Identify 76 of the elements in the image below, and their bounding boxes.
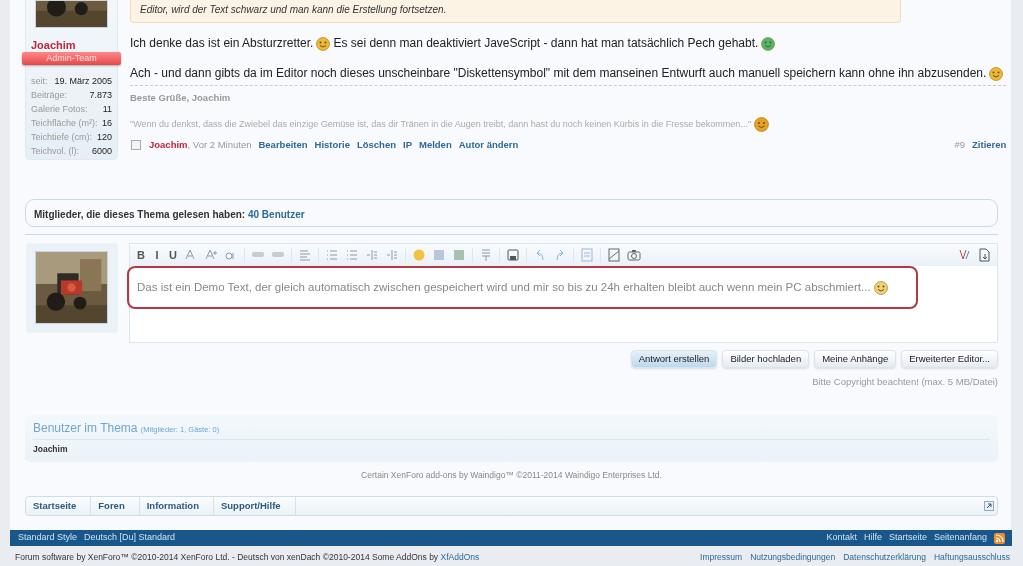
signature-greeting: Beste Grüße, Joachim [130, 91, 232, 105]
stat-label: Teichfläche (m²): [31, 117, 98, 130]
text-field[interactable]: Das ist ein Demo Text, der gleich automatisch zwischen gespeichert wird und mir so bis zu 24h erhalten bleibt auch wenn mein PC abschmiert... [127, 266, 918, 309]
panel-title: Benutzer im Thema [33, 421, 139, 436]
signature-quote: "Wenn du denkst, dass die Zwiebel das einzige Gemüse ist, das dir Tränen in die Augen treibt, dann hast du noch keinen Kürbis in die Fresse bekommen..." [130, 118, 752, 131]
media-icon [452, 247, 466, 263]
role-ribbon: Admin-Team [22, 52, 121, 65]
stat-label: Galerie Fotos: [31, 103, 88, 116]
action-button[interactable]: Meine Anhänge [814, 350, 897, 368]
select-checkbox[interactable] [131, 140, 141, 151]
stat-value: 7.873 [89, 89, 112, 102]
align-icon [298, 247, 312, 263]
outdent-icon [365, 247, 379, 263]
save-icon [506, 247, 520, 263]
stat-label: Teichvol. (l): [31, 145, 79, 158]
readers-link[interactable]: 40 Benutzer [247, 209, 305, 220]
stat-value: 11 [102, 103, 112, 116]
jump-icon[interactable] [984, 501, 994, 511]
post-number: #9 [954, 138, 966, 153]
post-text: Ich denke das ist ein Absturzretter. [130, 36, 314, 51]
author-link[interactable]: Joachim [149, 138, 188, 153]
quote-link[interactable]: Zitieren [972, 138, 1007, 153]
action-link[interactable]: Löschen [356, 138, 396, 153]
format-letter[interactable]: B [136, 246, 146, 264]
copyright-link[interactable]: XfAddOns [440, 552, 480, 562]
footer-link[interactable]: Hilfe [863, 531, 882, 545]
action-link[interactable]: Melden [419, 138, 452, 153]
footer-link[interactable]: Kontakt [826, 531, 857, 545]
legal-link[interactable]: Impressum [700, 551, 743, 564]
numbered-list-icon [345, 247, 359, 263]
footer-link[interactable]: Standard Style [18, 531, 78, 545]
format-letter[interactable]: I [152, 246, 162, 264]
stat-value: 19. März 2005 [54, 75, 112, 88]
action-link[interactable]: Autor ändern [458, 138, 519, 153]
upload-note: Bitte Copyright beachten! (max. 5 MB/Datei) [811, 375, 998, 389]
legal-link[interactable]: Nutzungsbedingungen [750, 551, 836, 564]
legal-link[interactable]: Haftungsausschluss [933, 551, 1010, 564]
footer-link[interactable]: Deutsch [Du] Standard [84, 531, 176, 545]
legal-link[interactable]: Datenschutzerklärung [843, 551, 926, 564]
picture-frame-icon [607, 247, 621, 263]
footer-link[interactable]: Startseite [888, 531, 927, 545]
action-button[interactable]: Bilder hochladen [722, 350, 810, 368]
stat-label: Beiträge: [31, 89, 68, 102]
camera-icon [627, 247, 641, 263]
stat-value: 6000 [91, 145, 112, 158]
post-text: Es sei denn man deaktiviert JaveScript - dann hat man tatsächlich Pech gehabt. [333, 36, 759, 51]
breadcrumb-link[interactable]: Information [139, 497, 214, 515]
image-icon [432, 247, 446, 263]
breadcrumb-link[interactable]: Startseite [26, 497, 92, 515]
credit-text: Certain XenForo add-ons by Waindigo™ ©2011-2014 Waindigo Enterprises Ltd. [360, 469, 663, 482]
action-link[interactable]: Bearbeiten [258, 138, 308, 153]
document-download-icon [977, 247, 991, 263]
rss-icon[interactable] [994, 532, 1005, 544]
document-icon [580, 247, 594, 263]
action-button[interactable]: Erweiterter Editor... [901, 350, 998, 368]
indent-icon [385, 247, 399, 263]
user-name[interactable]: Joachim [33, 444, 68, 455]
footer-link[interactable]: Seitenanfang [933, 531, 987, 545]
post-text: Ach - und dann gibts da im Editor noch dieses unscheinbare "Diskettensymbol" mit dem manseinen Entwurft auch manuell speichern kann ohne ihn abzusenden. [130, 66, 987, 81]
action-link[interactable]: IP [403, 138, 412, 153]
user-name[interactable]: Joachim [26, 28, 117, 52]
action-link[interactable]: Historie [314, 138, 350, 153]
stat-value: 16 [102, 117, 112, 130]
smiley-icon [412, 247, 426, 263]
breadcrumb-link[interactable]: Foren [91, 497, 140, 515]
breadcrumb-link[interactable]: Support/Hilfe [213, 497, 296, 515]
readers-label: Mitglieder, die dieses Thema gelesen haben: [34, 209, 247, 220]
submit-button[interactable]: Antwort erstellen [630, 350, 718, 368]
quote-box: Editor, wird der Text schwarz und man kann die Erstellung fortsetzen. [130, 0, 902, 23]
stat-label: Teichtiefe (cm): [31, 131, 92, 144]
post-time: , Vor 2 Minuten [187, 138, 252, 153]
format-letter[interactable]: U [168, 246, 178, 264]
copyright-text: Forum software by XenForo™ ©2010-2014 XenForo Ltd. - Deutsch von xenDach ©2010-2014 Some AddOns by [15, 552, 440, 562]
list-icon [325, 247, 339, 263]
stat-label: seit: [31, 75, 48, 88]
stat-value: 120 [96, 131, 112, 144]
